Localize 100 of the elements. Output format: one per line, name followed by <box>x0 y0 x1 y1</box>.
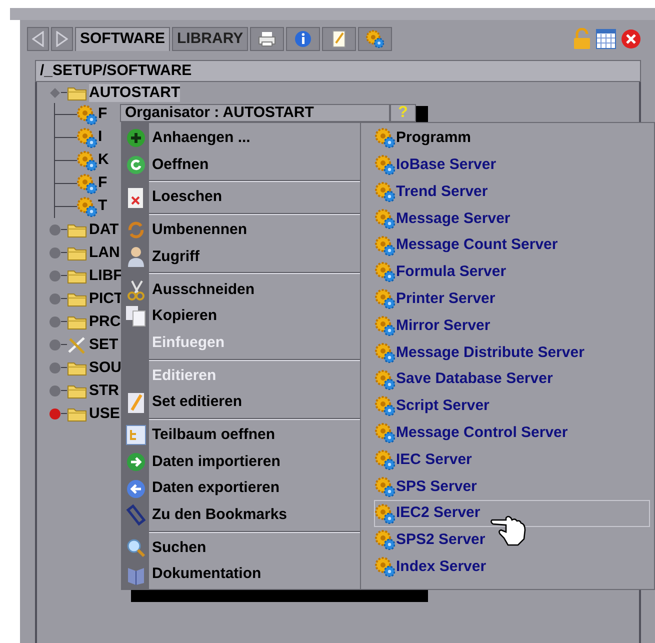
tab[interactable]: LIBRARY <box>172 27 248 51</box>
path-label: /_SETUP/SOFTWARE <box>40 60 192 81</box>
tree-item[interactable]: SET <box>89 336 118 354</box>
tree-item[interactable]: STR <box>89 382 119 400</box>
folder-icon <box>67 406 87 422</box>
gears-icon <box>375 476 395 497</box>
info-tab[interactable] <box>286 27 320 51</box>
folder-icon <box>67 244 87 260</box>
menu-item[interactable]: Loeschen <box>149 186 222 209</box>
menu-item[interactable]: Suchen <box>149 536 206 560</box>
tree-item[interactable]: I <box>98 126 102 149</box>
tree-item[interactable]: T <box>98 195 108 218</box>
submenu-item[interactable]: Mirror Server <box>374 312 650 340</box>
note-icon <box>332 30 346 48</box>
print-tab[interactable] <box>250 27 284 51</box>
submenu-item[interactable]: Save Database Server <box>374 366 650 393</box>
submenu-item[interactable]: Message Server <box>374 205 650 232</box>
submenu-item[interactable]: Programm <box>374 125 650 152</box>
tree-item[interactable]: F <box>98 172 108 195</box>
menu-item[interactable]: Zugriff <box>149 246 200 268</box>
submenu-item[interactable]: Formula Server <box>374 258 650 286</box>
tools-icon <box>67 336 87 354</box>
menu-item[interactable]: Dokumentation <box>149 563 262 586</box>
menu-item[interactable]: Zu den Bookmarks <box>149 504 288 527</box>
gears-icon <box>375 370 395 390</box>
menu-item[interactable]: Teilbaum oeffnen <box>149 424 276 446</box>
gears-icon <box>375 504 395 524</box>
tree-item[interactable]: PICT <box>89 290 124 308</box>
folder-icon <box>67 268 87 284</box>
tree-item[interactable]: USE <box>89 404 120 422</box>
submenu-item[interactable]: SPS Server <box>374 473 650 500</box>
left-arrow-icon <box>32 31 44 47</box>
menu-item[interactable]: Daten importieren <box>149 450 280 474</box>
gears-icon <box>375 450 395 470</box>
menu-item[interactable]: Kopieren <box>149 305 218 328</box>
gears-icon <box>375 396 395 416</box>
gears-icon <box>375 128 395 148</box>
submenu-item[interactable]: IEC2 Server <box>374 500 650 527</box>
node-dot-icon[interactable] <box>49 316 61 328</box>
back-button[interactable] <box>27 27 49 51</box>
gears-icon <box>77 150 97 170</box>
node-dot-icon[interactable] <box>49 384 61 396</box>
gears-icon <box>77 174 97 194</box>
folder-icon <box>67 360 87 376</box>
magnifier-icon <box>126 538 146 558</box>
gears-icon <box>366 30 384 48</box>
menu-item[interactable]: Daten exportieren <box>149 477 280 500</box>
tree-item[interactable]: K <box>98 149 109 172</box>
gears-icon <box>375 289 395 310</box>
node-dot-icon[interactable] <box>49 292 61 304</box>
gears-icon <box>375 236 395 256</box>
tree-item[interactable]: AUTOSTART <box>89 84 180 102</box>
submenu-item[interactable]: Message Control Server <box>374 420 650 447</box>
gears-icon <box>77 128 97 148</box>
gears-icon <box>375 208 395 229</box>
node-dot-icon[interactable] <box>49 246 61 258</box>
folder-icon <box>67 314 87 330</box>
node-dot-icon[interactable] <box>49 338 61 350</box>
menu-item[interactable]: Set editieren <box>149 391 242 414</box>
menu-item[interactable]: Oeffnen <box>149 154 209 176</box>
calendar-icon[interactable] <box>596 29 616 49</box>
tree-item[interactable]: SOU <box>89 358 122 376</box>
gears-tab[interactable] <box>358 27 392 51</box>
folder-icon <box>67 84 87 100</box>
note-tab[interactable] <box>322 27 356 51</box>
tree-item[interactable]: F <box>98 103 108 126</box>
submenu-item[interactable]: Trend Server <box>374 178 650 206</box>
tree-item[interactable]: LAN <box>89 244 120 262</box>
close-icon[interactable] <box>621 29 641 49</box>
submenu-item[interactable]: Message Distribute Server <box>374 339 650 366</box>
node-dot-icon[interactable] <box>49 270 61 282</box>
submenu-item[interactable]: Printer Server <box>374 286 650 313</box>
menu-item[interactable]: Ausschneiden <box>149 278 255 302</box>
node-dot-icon[interactable] <box>49 362 61 374</box>
submenu-item[interactable]: Message Count Server <box>374 232 650 259</box>
right-arrow-icon <box>56 31 68 47</box>
menu-item[interactable]: Anhaengen ... <box>149 127 250 150</box>
tab[interactable]: SOFTWARE <box>75 27 170 51</box>
folder-icon <box>67 290 87 306</box>
submenu-item[interactable]: IoBase Server <box>374 152 650 179</box>
node-dot-icon[interactable] <box>49 408 61 420</box>
node-dot-icon[interactable] <box>49 224 61 236</box>
gears-icon <box>77 104 97 124</box>
menu-item[interactable]: Umbenennen <box>149 219 248 242</box>
menu-title: Organisator : AUTOSTART <box>125 102 314 123</box>
forward-button[interactable] <box>51 27 73 51</box>
copy-icon <box>124 305 146 328</box>
gears-icon <box>77 196 97 216</box>
submenu-item[interactable]: Index Server <box>374 554 650 581</box>
rename-arrows-icon <box>126 220 146 240</box>
expanded-node-icon[interactable] <box>49 86 61 98</box>
tree-item[interactable]: LIBF <box>89 266 122 284</box>
gears-icon <box>375 182 395 202</box>
tree-item[interactable]: PRC <box>89 312 121 330</box>
lock-icon[interactable] <box>573 28 591 50</box>
menu-shadow <box>416 106 428 122</box>
user-icon <box>126 246 144 268</box>
submenu-item[interactable]: Script Server <box>374 392 650 420</box>
tree-item[interactable]: DAT <box>89 220 119 238</box>
submenu-item[interactable]: IEC Server <box>374 446 650 474</box>
